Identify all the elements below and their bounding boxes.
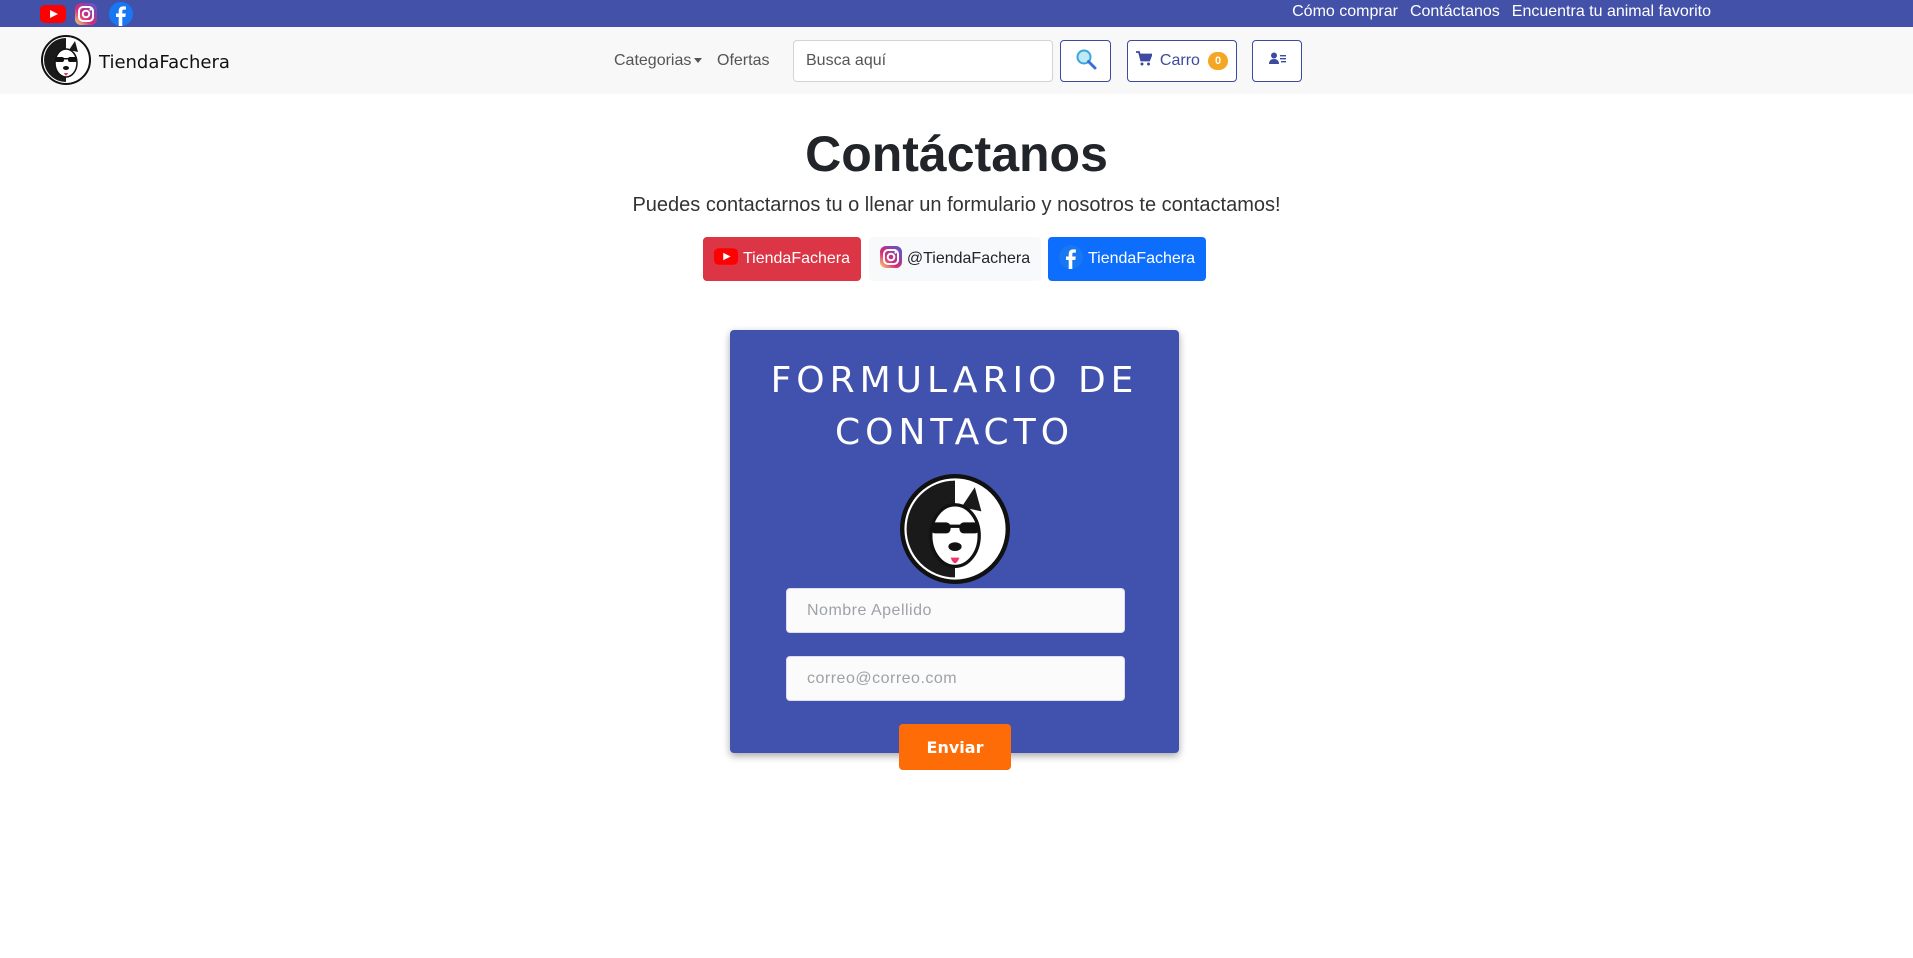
cart-icon bbox=[1135, 51, 1153, 71]
brand-name: TiendaFachera bbox=[99, 52, 230, 73]
instagram-icon bbox=[879, 245, 902, 273]
cart-label: Carro bbox=[1159, 52, 1200, 69]
contact-form-card: FORMULARIO DE CONTACTO bbox=[730, 330, 1179, 753]
categories-dropdown[interactable]: Categorias bbox=[614, 52, 703, 70]
link-animal-favorito[interactable]: Encuentra tu animal favorito bbox=[1512, 3, 1711, 21]
instagram-icon[interactable] bbox=[75, 0, 97, 27]
dog-logo-icon bbox=[41, 35, 91, 90]
facebook-button-label: TiendaFachera bbox=[1087, 250, 1196, 267]
search-button[interactable] bbox=[1060, 40, 1111, 82]
caret-down-icon bbox=[694, 58, 703, 64]
instagram-button[interactable]: @TiendaFachera bbox=[869, 237, 1041, 281]
categories-label: Categorias bbox=[614, 52, 692, 69]
brand[interactable]: TiendaFachera bbox=[41, 35, 230, 90]
search-icon bbox=[1075, 48, 1097, 75]
email-field[interactable] bbox=[786, 656, 1125, 701]
submit-button[interactable]: Enviar bbox=[899, 724, 1011, 770]
user-account-button[interactable] bbox=[1252, 40, 1302, 82]
nav-offers[interactable]: Ofertas bbox=[717, 52, 769, 70]
top-links: Cómo comprar Contáctanos Encuentra tu an… bbox=[1292, 0, 1711, 24]
facebook-icon[interactable] bbox=[109, 0, 133, 27]
top-social-bar: Cómo comprar Contáctanos Encuentra tu an… bbox=[0, 0, 1913, 27]
instagram-button-label: @TiendaFachera bbox=[906, 250, 1031, 267]
link-como-comprar[interactable]: Cómo comprar bbox=[1292, 3, 1398, 21]
link-contactanos[interactable]: Contáctanos bbox=[1410, 3, 1500, 21]
youtube-button[interactable]: TiendaFachera bbox=[703, 237, 861, 281]
name-field[interactable] bbox=[786, 588, 1125, 633]
cart-button[interactable]: Carro 0 bbox=[1127, 40, 1237, 82]
youtube-button-label: TiendaFachera bbox=[742, 250, 851, 267]
form-title: FORMULARIO DE CONTACTO bbox=[770, 360, 1139, 453]
youtube-icon bbox=[713, 248, 738, 270]
facebook-button[interactable]: TiendaFachera bbox=[1048, 237, 1206, 281]
page-title: Contáctanos bbox=[805, 126, 1108, 182]
youtube-icon[interactable] bbox=[40, 0, 66, 27]
page-subtitle: Puedes contactarnos tu o llenar un formu… bbox=[632, 194, 1281, 216]
search-input[interactable] bbox=[793, 40, 1053, 82]
facebook-icon bbox=[1058, 244, 1083, 274]
dog-logo-icon bbox=[900, 474, 1010, 589]
cart-count-badge: 0 bbox=[1207, 52, 1229, 70]
navbar: TiendaFachera Categorias Ofertas Carro 0 bbox=[0, 27, 1913, 94]
user-list-icon bbox=[1268, 52, 1286, 70]
